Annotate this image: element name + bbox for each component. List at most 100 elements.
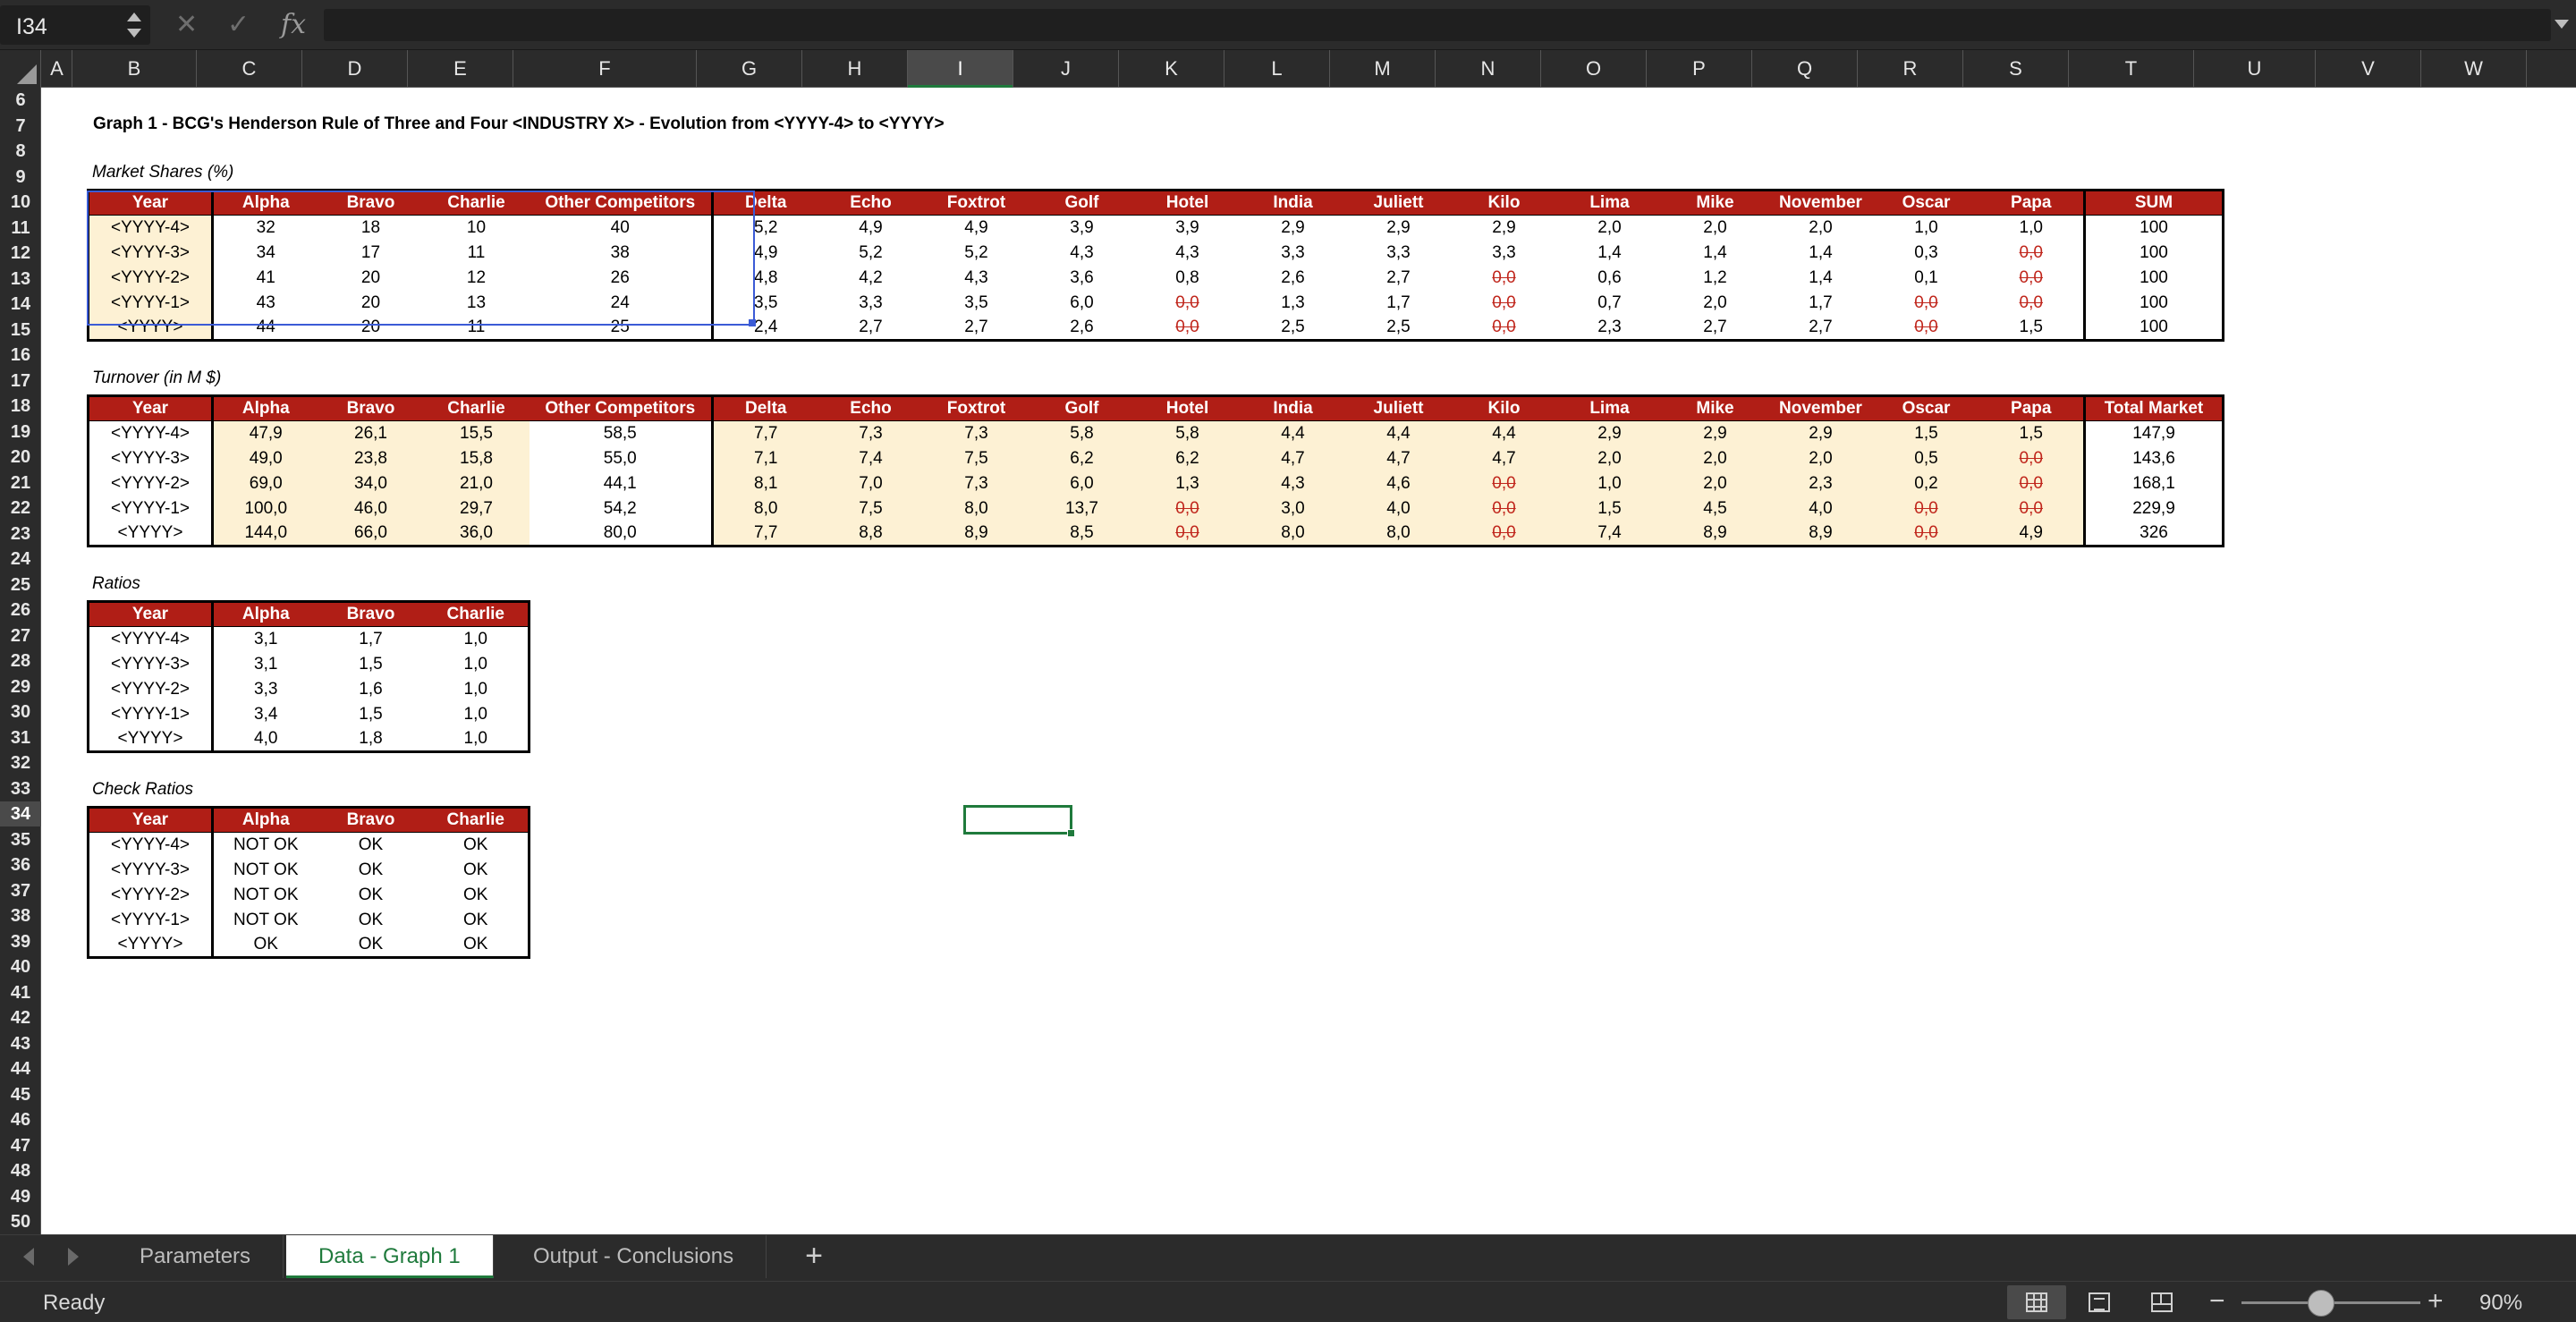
column-label[interactable]: Total Market: [2083, 394, 2224, 421]
column-label[interactable]: Year: [87, 806, 213, 833]
column-label[interactable]: Juliett: [1345, 394, 1452, 421]
table-cell[interactable]: 1,8: [318, 726, 424, 753]
zoom-out-icon[interactable]: −: [2209, 1285, 2225, 1318]
column-header-t[interactable]: T: [2069, 50, 2194, 88]
table-cell[interactable]: 1,7: [1768, 291, 1874, 316]
column-label[interactable]: Golf: [1029, 189, 1135, 216]
table-cell[interactable]: 15,5: [423, 420, 530, 446]
table-cell[interactable]: OK: [318, 908, 424, 933]
table-cell[interactable]: 4,7: [1345, 445, 1452, 471]
table-cell[interactable]: OK: [318, 883, 424, 908]
table-cell[interactable]: 54,2: [530, 496, 713, 521]
table-cell[interactable]: 1,0: [1874, 216, 1979, 241]
table-cell[interactable]: 1,5: [318, 652, 424, 677]
table-cell[interactable]: 1,4: [1768, 241, 1874, 266]
table-cell[interactable]: 2,7: [1662, 315, 1768, 342]
column-header-d[interactable]: D: [302, 50, 408, 88]
table-cell[interactable]: NOT OK: [211, 907, 318, 933]
table-cell[interactable]: <YYYY-2>: [87, 470, 213, 496]
column-label[interactable]: Kilo: [1451, 189, 1557, 216]
table-cell[interactable]: 8,0: [1240, 521, 1346, 547]
table-cell[interactable]: 0,0: [1979, 291, 2085, 316]
table-cell[interactable]: 6,2: [1029, 445, 1135, 471]
table-cell[interactable]: 2,0: [1557, 216, 1663, 241]
table-cell[interactable]: 44,1: [530, 471, 713, 496]
table-cell[interactable]: 3,1: [211, 651, 318, 677]
column-label[interactable]: Bravo: [318, 806, 424, 833]
table-cell[interactable]: 0,0: [1873, 496, 1979, 521]
column-label[interactable]: Alpha: [211, 394, 318, 421]
table-cell[interactable]: 40: [530, 216, 713, 241]
table-cell[interactable]: 1,0: [1979, 216, 2085, 241]
table-cell[interactable]: <YYYY-3>: [87, 240, 213, 266]
table-cell[interactable]: 2,9: [1556, 420, 1663, 446]
table-cell[interactable]: NOT OK: [211, 857, 318, 883]
table-cell[interactable]: 1,5: [1979, 315, 2085, 342]
table-cell[interactable]: 4,0: [1345, 496, 1452, 521]
table-cell[interactable]: 2,0: [1662, 445, 1768, 471]
table-cell[interactable]: 26: [530, 266, 713, 291]
table-cell[interactable]: 0,0: [1451, 470, 1557, 496]
row-header-23[interactable]: 23: [0, 521, 41, 547]
table-cell[interactable]: 0,0: [1135, 291, 1241, 316]
table-cell[interactable]: <YYYY>: [87, 521, 213, 547]
table-cell[interactable]: 11: [423, 315, 530, 342]
table-cell[interactable]: OK: [211, 932, 318, 959]
table-cell[interactable]: 7,3: [923, 420, 1030, 446]
column-label[interactable]: Alpha: [211, 189, 318, 216]
table-cell[interactable]: 1,7: [318, 627, 424, 652]
column-label[interactable]: Mike: [1662, 394, 1768, 421]
column-label[interactable]: Oscar: [1873, 189, 1979, 216]
table-cell[interactable]: 0,0: [1874, 291, 1979, 316]
table-cell[interactable]: 4,7: [1451, 445, 1557, 471]
table-cell[interactable]: 3,1: [211, 626, 318, 652]
column-header-h[interactable]: H: [802, 50, 908, 88]
table-cell[interactable]: NOT OK: [211, 882, 318, 908]
column-label[interactable]: Foxtrot: [923, 394, 1030, 421]
table-cell[interactable]: 2,7: [923, 315, 1030, 342]
table-cell[interactable]: 41: [211, 265, 318, 291]
table-cell[interactable]: 3,9: [1030, 216, 1135, 241]
chevron-up-icon[interactable]: [127, 13, 141, 21]
column-label[interactable]: Papa: [1979, 189, 2085, 216]
table-cell[interactable]: 1,0: [423, 676, 530, 702]
table-cell[interactable]: 5,2: [711, 215, 818, 241]
table-cell[interactable]: OK: [318, 932, 424, 959]
column-header-c[interactable]: C: [197, 50, 302, 88]
column-label[interactable]: November: [1767, 189, 1874, 216]
table-cell[interactable]: 4,0: [211, 726, 318, 753]
column-label[interactable]: Lima: [1556, 394, 1663, 421]
table-cell[interactable]: 7,5: [923, 445, 1030, 471]
row-header-31[interactable]: 31: [0, 725, 41, 750]
table-cell[interactable]: 0,2: [1873, 470, 1979, 496]
table-cell[interactable]: 1,0: [1556, 470, 1663, 496]
table-cell[interactable]: 4,9: [1979, 521, 2085, 547]
table-cell[interactable]: 0,0: [1451, 496, 1557, 521]
table-cell[interactable]: 0,8: [1135, 266, 1241, 291]
table-cell[interactable]: 4,3: [1030, 241, 1135, 266]
table-cell[interactable]: 2,0: [1767, 445, 1874, 471]
column-label[interactable]: Oscar: [1873, 394, 1979, 421]
row-header-16[interactable]: 16: [0, 343, 41, 368]
table-cell[interactable]: 49,0: [211, 445, 318, 471]
table-cell[interactable]: <YYYY-1>: [87, 907, 213, 933]
column-label[interactable]: Golf: [1029, 394, 1135, 421]
column-label[interactable]: Juliett: [1345, 189, 1452, 216]
table-cell[interactable]: 2,6: [1241, 266, 1346, 291]
table-cell[interactable]: 5,2: [818, 241, 924, 266]
table-cell[interactable]: 1,3: [1134, 470, 1241, 496]
row-header-14[interactable]: 14: [0, 292, 41, 317]
row-header-22[interactable]: 22: [0, 496, 41, 521]
table-cell[interactable]: <YYYY-3>: [87, 445, 213, 471]
table-cell[interactable]: 2,0: [1663, 291, 1768, 316]
row-header-50[interactable]: 50: [0, 1209, 41, 1234]
table-cell[interactable]: 2,7: [1346, 266, 1452, 291]
table-cell[interactable]: 25: [529, 315, 713, 342]
table-cell[interactable]: 21,0: [423, 470, 530, 496]
normal-view-button[interactable]: [2007, 1285, 2066, 1319]
table-cell[interactable]: 8,5: [1029, 521, 1135, 547]
row-header-17[interactable]: 17: [0, 369, 41, 394]
row-header-9[interactable]: 9: [0, 165, 41, 190]
column-label[interactable]: Year: [87, 394, 213, 421]
table-cell[interactable]: 229,9: [2083, 496, 2224, 521]
